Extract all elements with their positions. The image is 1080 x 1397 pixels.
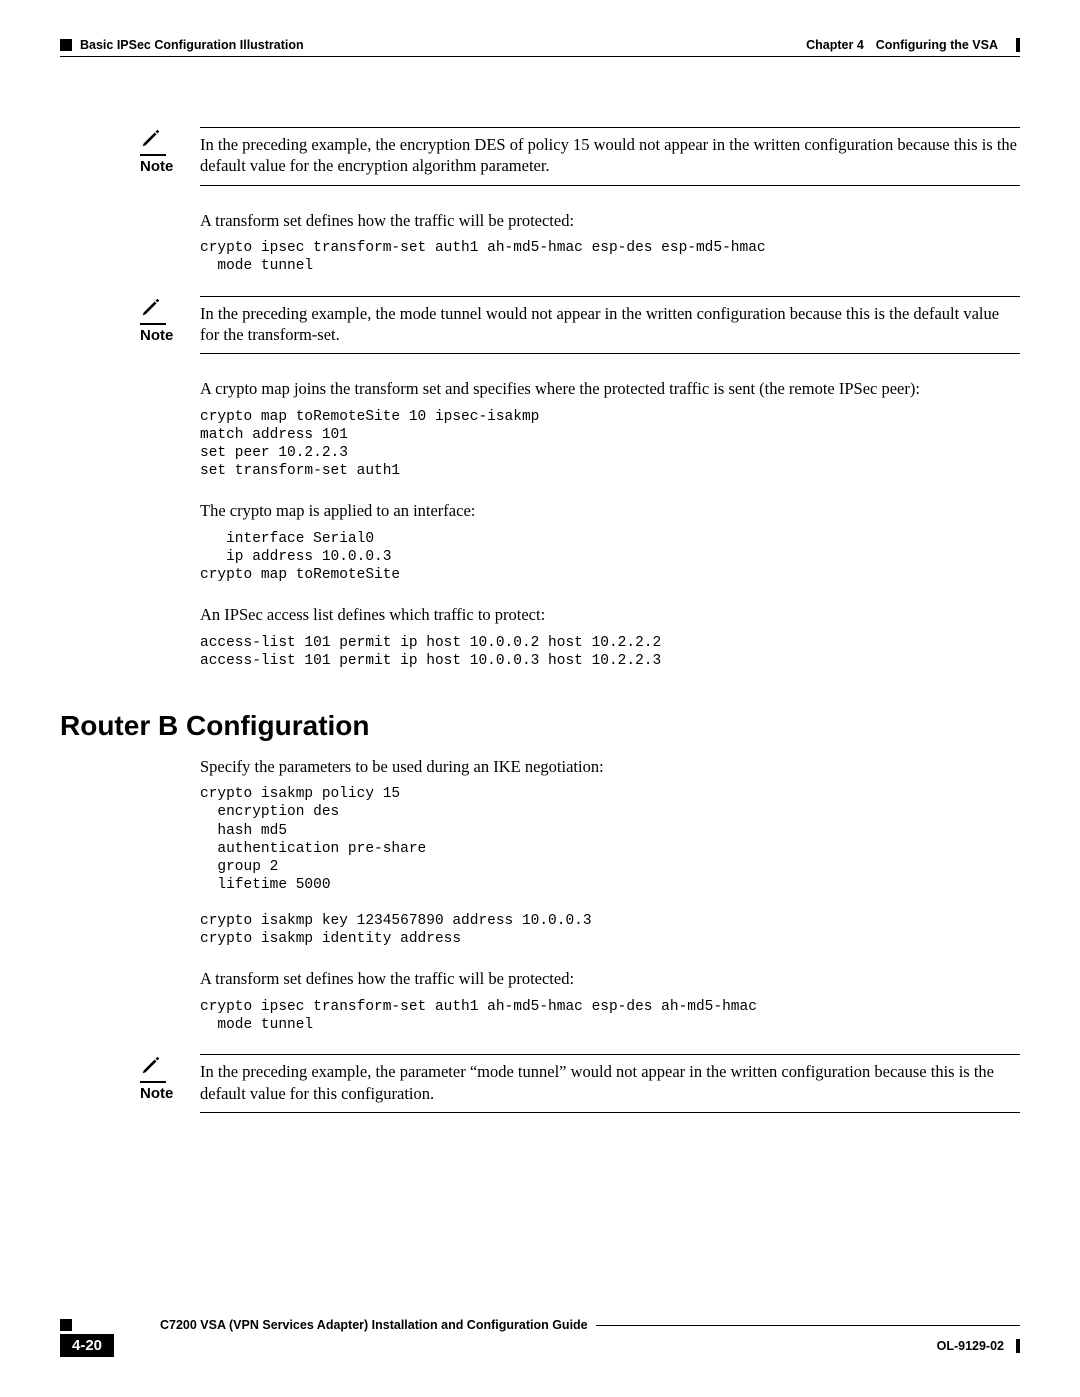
paragraph: A crypto map joins the transform set and… [200, 378, 1020, 399]
content-body: Note In the preceding example, the encry… [140, 127, 1020, 1113]
note-text: In the preceding example, the mode tunne… [200, 296, 1020, 355]
footer-guide-title: C7200 VSA (VPN Services Adapter) Install… [160, 1318, 588, 1332]
note-pen-icon [140, 296, 166, 325]
page-footer: C7200 VSA (VPN Services Adapter) Install… [60, 1318, 1020, 1357]
header-square-icon [60, 39, 72, 51]
paragraph: An IPSec access list defines which traff… [200, 604, 1020, 625]
header-rule [60, 56, 1020, 57]
note-block: Note In the preceding example, the encry… [140, 127, 1020, 186]
note-block: Note In the preceding example, the mode … [140, 296, 1020, 355]
code-block: crypto ipsec transform-set auth1 ah-md5-… [200, 239, 1020, 275]
note-label: Note [140, 1085, 173, 1102]
code-block: crypto ipsec transform-set auth1 ah-md5-… [200, 998, 1020, 1034]
note-text: In the preceding example, the encryption… [200, 127, 1020, 186]
paragraph: The crypto map is applied to an interfac… [200, 500, 1020, 521]
note-pen-icon [140, 127, 166, 156]
doc-id: OL-9129-02 [937, 1339, 1004, 1353]
footer-rule [596, 1325, 1020, 1326]
section-heading-router-b: Router B Configuration [60, 710, 1020, 742]
note-label: Note [140, 158, 173, 175]
chapter-label: Chapter 4 [806, 38, 864, 52]
footer-square-icon [60, 1319, 72, 1331]
footer-bar-icon [1016, 1339, 1020, 1353]
page-header: Basic IPSec Configuration Illustration C… [60, 38, 1020, 54]
code-block: crypto map toRemoteSite 10 ipsec-isakmp … [200, 408, 1020, 481]
note-block: Note In the preceding example, the param… [140, 1054, 1020, 1113]
section-title: Basic IPSec Configuration Illustration [80, 38, 304, 52]
note-pen-icon [140, 1054, 166, 1083]
paragraph: Specify the parameters to be used during… [200, 756, 1020, 777]
paragraph: A transform set defines how the traffic … [200, 210, 1020, 231]
note-label: Note [140, 327, 173, 344]
header-bar-icon [1016, 38, 1020, 52]
paragraph: A transform set defines how the traffic … [200, 968, 1020, 989]
code-block: access-list 101 permit ip host 10.0.0.2 … [200, 634, 1020, 670]
code-block: interface Serial0 ip address 10.0.0.3 cr… [200, 530, 1020, 584]
code-block: crypto isakmp policy 15 encryption des h… [200, 785, 1020, 948]
note-text: In the preceding example, the parameter … [200, 1054, 1020, 1113]
page-number-badge: 4-20 [60, 1334, 114, 1357]
chapter-title: Configuring the VSA [876, 38, 998, 52]
